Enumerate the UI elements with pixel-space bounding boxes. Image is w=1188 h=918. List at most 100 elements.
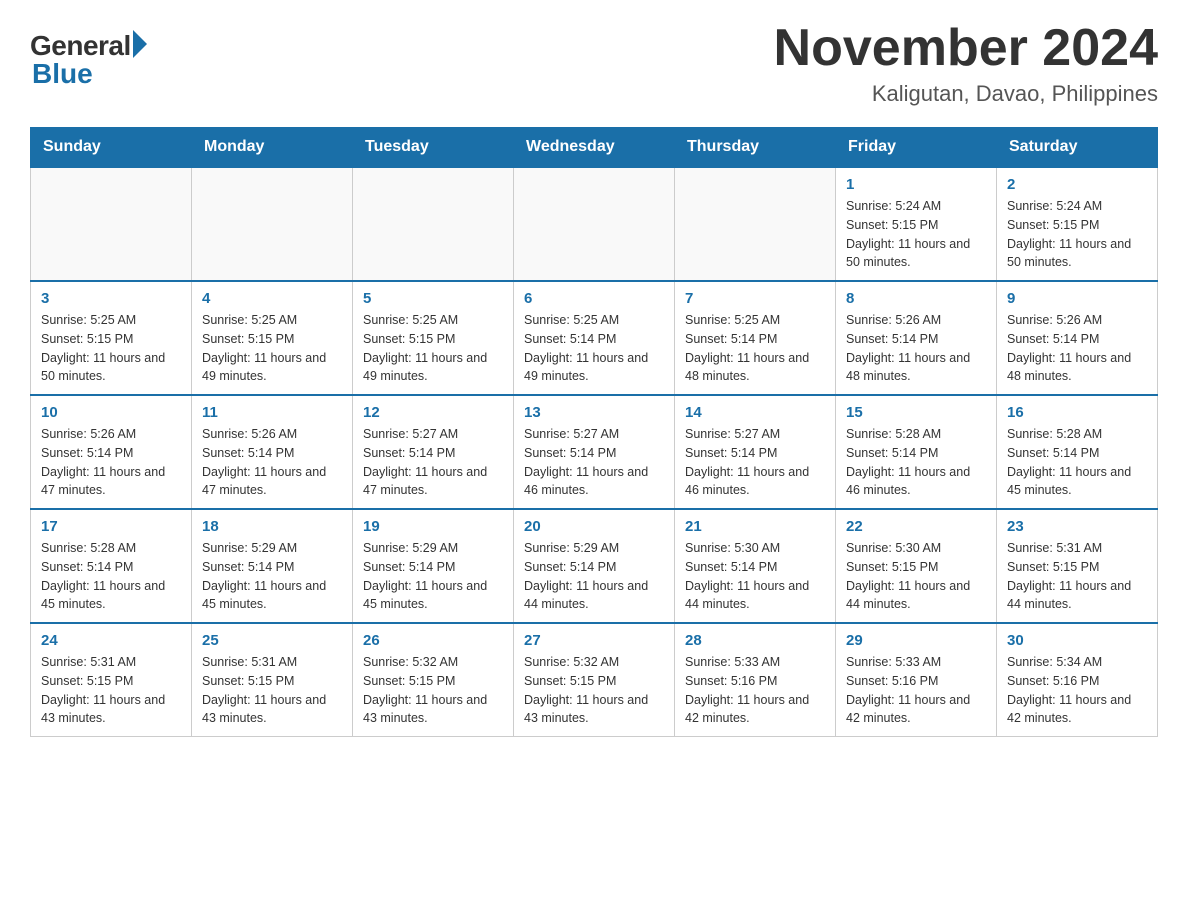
logo: General Blue <box>30 20 147 90</box>
calendar-cell: 12Sunrise: 5:27 AMSunset: 5:14 PMDayligh… <box>353 395 514 509</box>
calendar-cell: 10 Sunrise: 5:26 AMSunset: 5:14 PMDayligh… <box>31 395 192 509</box>
day-number: 7 <box>685 290 825 307</box>
day-header-monday: Monday <box>192 128 353 168</box>
day-info: Sunrise: 5:25 AMSunset: 5:15 PMDaylight:… <box>363 311 503 386</box>
day-info: Sunrise: 5:29 AMSunset: 5:14 PMDaylight:… <box>202 539 342 614</box>
week-row-3: 10 Sunrise: 5:26 AMSunset: 5:14 PMDayligh… <box>31 395 1158 509</box>
day-header-sunday: Sunday <box>31 128 192 168</box>
day-info: Sunrise: 5:24 AMSunset: 5:15 PMDaylight:… <box>1007 197 1147 272</box>
day-info: Sunrise: 5:25 AMSunset: 5:14 PMDaylight:… <box>524 311 664 386</box>
calendar-cell: 3 Sunrise: 5:25 AMSunset: 5:15 PMDaylight… <box>31 281 192 395</box>
day-number: 6 <box>524 290 664 307</box>
calendar-cell <box>514 167 675 281</box>
logo-blue-text: Blue <box>30 58 93 90</box>
day-number: 13 <box>524 404 664 421</box>
calendar-cell: 20 Sunrise: 5:29 AMSunset: 5:14 PMDayligh… <box>514 509 675 623</box>
day-info: Sunrise: 5:27 AMSunset: 5:14 PMDaylight:… <box>685 425 825 500</box>
day-number: 26 <box>363 632 503 649</box>
day-header-friday: Friday <box>836 128 997 168</box>
title-block: November 2024 Kaligutan, Davao, Philippi… <box>774 20 1158 107</box>
week-row-1: 1 Sunrise: 5:24 AMSunset: 5:15 PMDaylight… <box>31 167 1158 281</box>
calendar-cell: 22Sunrise: 5:30 AMSunset: 5:15 PMDayligh… <box>836 509 997 623</box>
calendar-cell: 27Sunrise: 5:32 AMSunset: 5:15 PMDayligh… <box>514 623 675 737</box>
day-number: 15 <box>846 404 986 421</box>
week-row-2: 3 Sunrise: 5:25 AMSunset: 5:15 PMDaylight… <box>31 281 1158 395</box>
day-number: 21 <box>685 518 825 535</box>
calendar-cell: 13 Sunrise: 5:27 AMSunset: 5:14 PMDayligh… <box>514 395 675 509</box>
day-info: Sunrise: 5:27 AMSunset: 5:14 PMDaylight:… <box>524 425 664 500</box>
day-info: Sunrise: 5:25 AMSunset: 5:15 PMDaylight:… <box>41 311 181 386</box>
day-info: Sunrise: 5:25 AMSunset: 5:14 PMDaylight:… <box>685 311 825 386</box>
day-info: Sunrise: 5:25 AMSunset: 5:15 PMDaylight:… <box>202 311 342 386</box>
day-info: Sunrise: 5:33 AMSunset: 5:16 PMDaylight:… <box>846 653 986 728</box>
calendar-cell: 18 Sunrise: 5:29 AMSunset: 5:14 PMDayligh… <box>192 509 353 623</box>
calendar-cell: 30Sunrise: 5:34 AMSunset: 5:16 PMDayligh… <box>997 623 1158 737</box>
calendar-cell: 25 Sunrise: 5:31 AMSunset: 5:15 PMDayligh… <box>192 623 353 737</box>
day-info: Sunrise: 5:26 AMSunset: 5:14 PMDaylight:… <box>1007 311 1147 386</box>
calendar-cell: 26 Sunrise: 5:32 AMSunset: 5:15 PMDayligh… <box>353 623 514 737</box>
day-info: Sunrise: 5:33 AMSunset: 5:16 PMDaylight:… <box>685 653 825 728</box>
day-number: 2 <box>1007 176 1147 193</box>
day-number: 18 <box>202 518 342 535</box>
day-header-tuesday: Tuesday <box>353 128 514 168</box>
calendar-cell: 2 Sunrise: 5:24 AMSunset: 5:15 PMDaylight… <box>997 167 1158 281</box>
day-info: Sunrise: 5:26 AMSunset: 5:14 PMDaylight:… <box>202 425 342 500</box>
day-number: 3 <box>41 290 181 307</box>
day-number: 10 <box>41 404 181 421</box>
week-row-4: 17Sunrise: 5:28 AMSunset: 5:14 PMDayligh… <box>31 509 1158 623</box>
location-subtitle: Kaligutan, Davao, Philippines <box>774 81 1158 107</box>
calendar-cell: 1 Sunrise: 5:24 AMSunset: 5:15 PMDaylight… <box>836 167 997 281</box>
calendar-cell: 21 Sunrise: 5:30 AMSunset: 5:14 PMDayligh… <box>675 509 836 623</box>
day-info: Sunrise: 5:34 AMSunset: 5:16 PMDaylight:… <box>1007 653 1147 728</box>
day-number: 8 <box>846 290 986 307</box>
day-number: 29 <box>846 632 986 649</box>
calendar-cell <box>675 167 836 281</box>
day-number: 16 <box>1007 404 1147 421</box>
page-header: General Blue November 2024 Kaligutan, Da… <box>30 20 1158 107</box>
day-info: Sunrise: 5:30 AMSunset: 5:14 PMDaylight:… <box>685 539 825 614</box>
day-info: Sunrise: 5:32 AMSunset: 5:15 PMDaylight:… <box>363 653 503 728</box>
day-number: 5 <box>363 290 503 307</box>
day-info: Sunrise: 5:32 AMSunset: 5:15 PMDaylight:… <box>524 653 664 728</box>
day-number: 23 <box>1007 518 1147 535</box>
day-number: 22 <box>846 518 986 535</box>
day-number: 1 <box>846 176 986 193</box>
calendar-cell: 8Sunrise: 5:26 AMSunset: 5:14 PMDaylight… <box>836 281 997 395</box>
day-number: 28 <box>685 632 825 649</box>
day-number: 14 <box>685 404 825 421</box>
calendar-cell: 11Sunrise: 5:26 AMSunset: 5:14 PMDayligh… <box>192 395 353 509</box>
day-info: Sunrise: 5:29 AMSunset: 5:14 PMDaylight:… <box>363 539 503 614</box>
day-number: 25 <box>202 632 342 649</box>
calendar-cell: 9 Sunrise: 5:26 AMSunset: 5:14 PMDaylight… <box>997 281 1158 395</box>
calendar-cell: 15Sunrise: 5:28 AMSunset: 5:14 PMDayligh… <box>836 395 997 509</box>
day-number: 4 <box>202 290 342 307</box>
calendar-cell: 6 Sunrise: 5:25 AMSunset: 5:14 PMDaylight… <box>514 281 675 395</box>
calendar-cell: 5 Sunrise: 5:25 AMSunset: 5:15 PMDaylight… <box>353 281 514 395</box>
month-year-title: November 2024 <box>774 20 1158 77</box>
calendar-cell: 23Sunrise: 5:31 AMSunset: 5:15 PMDayligh… <box>997 509 1158 623</box>
calendar-header-row: SundayMondayTuesdayWednesdayThursdayFrid… <box>31 128 1158 168</box>
calendar-table: SundayMondayTuesdayWednesdayThursdayFrid… <box>30 127 1158 737</box>
day-info: Sunrise: 5:29 AMSunset: 5:14 PMDaylight:… <box>524 539 664 614</box>
day-info: Sunrise: 5:26 AMSunset: 5:14 PMDaylight:… <box>41 425 181 500</box>
day-number: 19 <box>363 518 503 535</box>
calendar-cell: 4 Sunrise: 5:25 AMSunset: 5:15 PMDaylight… <box>192 281 353 395</box>
day-info: Sunrise: 5:31 AMSunset: 5:15 PMDaylight:… <box>202 653 342 728</box>
calendar-cell: 14 Sunrise: 5:27 AMSunset: 5:14 PMDayligh… <box>675 395 836 509</box>
calendar-cell: 19 Sunrise: 5:29 AMSunset: 5:14 PMDayligh… <box>353 509 514 623</box>
day-number: 24 <box>41 632 181 649</box>
day-number: 9 <box>1007 290 1147 307</box>
day-number: 20 <box>524 518 664 535</box>
calendar-cell <box>353 167 514 281</box>
calendar-cell <box>192 167 353 281</box>
day-info: Sunrise: 5:24 AMSunset: 5:15 PMDaylight:… <box>846 197 986 272</box>
day-header-wednesday: Wednesday <box>514 128 675 168</box>
calendar-cell: 24 Sunrise: 5:31 AMSunset: 5:15 PMDayligh… <box>31 623 192 737</box>
calendar-cell: 16Sunrise: 5:28 AMSunset: 5:14 PMDayligh… <box>997 395 1158 509</box>
day-info: Sunrise: 5:31 AMSunset: 5:15 PMDaylight:… <box>41 653 181 728</box>
calendar-cell: 7 Sunrise: 5:25 AMSunset: 5:14 PMDaylight… <box>675 281 836 395</box>
week-row-5: 24 Sunrise: 5:31 AMSunset: 5:15 PMDayligh… <box>31 623 1158 737</box>
day-number: 12 <box>363 404 503 421</box>
calendar-cell: 28 Sunrise: 5:33 AMSunset: 5:16 PMDayligh… <box>675 623 836 737</box>
day-number: 17 <box>41 518 181 535</box>
